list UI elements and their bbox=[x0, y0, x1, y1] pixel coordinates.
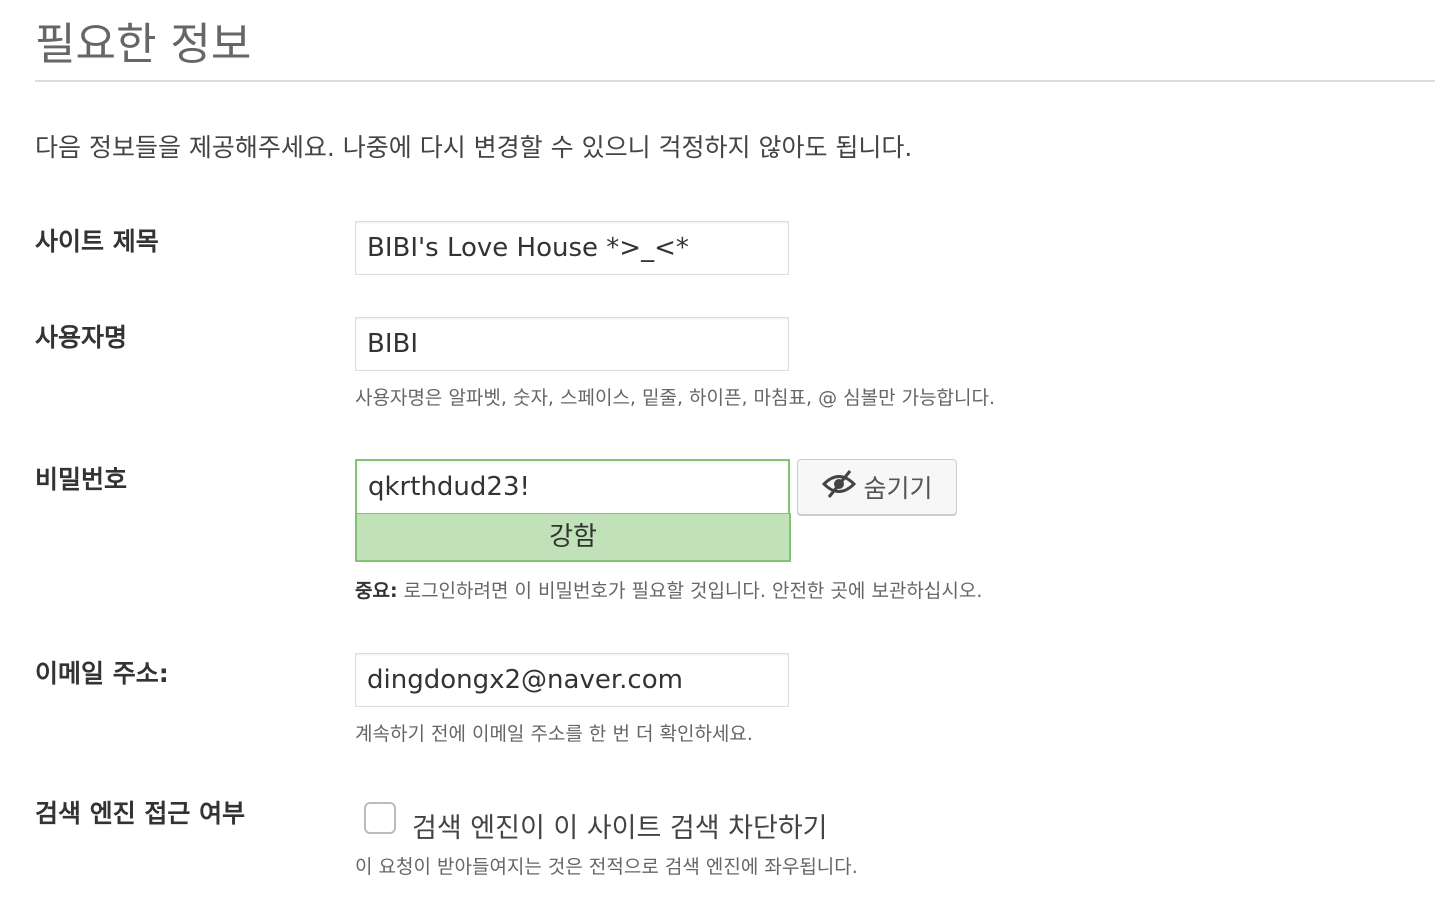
search-description: 이 요청이 받아들여지는 것은 전적으로 검색 엔진에 좌우됩니다. bbox=[355, 856, 858, 878]
email-description: 계속하기 전에 이메일 주소를 한 번 더 확인하세요. bbox=[355, 723, 753, 745]
password-note-text: 로그인하려면 이 비밀번호가 필요할 것입니다. 안전한 곳에 보관하십시오. bbox=[397, 580, 983, 602]
site-title-input[interactable]: BIBI's Love House *>_<* bbox=[355, 221, 789, 275]
password-note-strong: 중요: bbox=[355, 580, 398, 602]
password-note: 중요: 로그인하려면 이 비밀번호가 필요할 것입니다. 안전한 곳에 보관하십… bbox=[355, 576, 982, 603]
username-description: 사용자명은 알파벳, 숫자, 스페이스, 밑줄, 하이픈, 마침표, @ 심볼만… bbox=[355, 387, 996, 409]
password-label: 비밀번호 bbox=[35, 465, 128, 494]
search-visibility-label: 검색 엔진 접근 여부 bbox=[35, 799, 246, 828]
email-input[interactable]: dingdongx2@naver.com bbox=[355, 653, 789, 707]
site-title-label: 사이트 제목 bbox=[35, 227, 159, 256]
username-input[interactable]: BIBI bbox=[355, 317, 789, 371]
password-strength-meter: 강함 bbox=[355, 513, 791, 562]
password-input[interactable]: qkrthdud23! bbox=[355, 459, 790, 515]
email-label: 이메일 주소: bbox=[35, 659, 169, 688]
divider bbox=[35, 80, 1435, 82]
block-search-engines-checkbox[interactable] bbox=[364, 802, 396, 834]
hide-password-button[interactable]: 숨기기 bbox=[797, 459, 957, 515]
eye-slash-icon bbox=[821, 469, 857, 505]
block-search-engines-label[interactable]: 검색 엔진이 이 사이트 검색 차단하기 bbox=[412, 806, 828, 845]
username-label: 사용자명 bbox=[35, 323, 128, 352]
hide-password-label: 숨기기 bbox=[863, 474, 933, 503]
page-title: 필요한 정보 bbox=[35, 19, 252, 70]
intro-text: 다음 정보들을 제공해주세요. 나중에 다시 변경할 수 있으니 걱정하지 않아… bbox=[35, 133, 913, 162]
